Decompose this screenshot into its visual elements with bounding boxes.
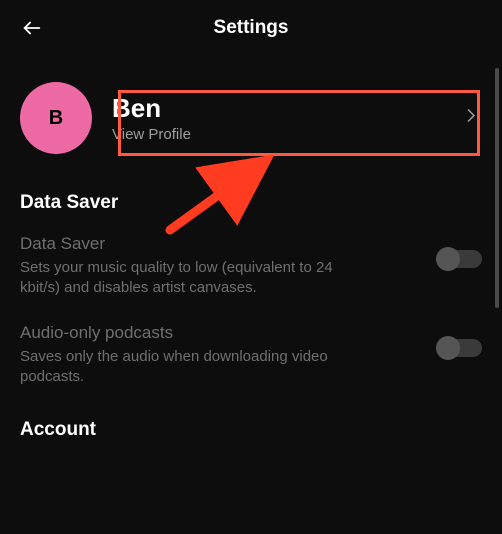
section-heading-account: Account xyxy=(0,401,502,451)
setting-title: Audio-only podcasts xyxy=(20,323,422,343)
setting-desc: Sets your music quality to low (equivale… xyxy=(20,258,370,299)
toggle-audio-only-podcasts[interactable] xyxy=(438,339,482,357)
profile-name: Ben xyxy=(112,93,482,124)
page-title: Settings xyxy=(214,17,289,39)
setting-audio-only-podcasts[interactable]: Audio-only podcasts Saves only the audio… xyxy=(0,313,502,402)
avatar: B xyxy=(20,82,92,154)
setting-desc: Saves only the audio when downloading vi… xyxy=(20,347,370,388)
toggle-data-saver[interactable] xyxy=(438,250,482,268)
setting-data-saver[interactable]: Data Saver Sets your music quality to lo… xyxy=(0,224,502,313)
back-icon[interactable] xyxy=(20,16,44,40)
profile-subtitle: View Profile xyxy=(112,126,482,143)
section-heading-data-saver: Data Saver xyxy=(0,174,502,224)
setting-title: Data Saver xyxy=(20,234,422,254)
profile-row[interactable]: B Ben View Profile xyxy=(0,52,502,174)
scrollbar[interactable] xyxy=(495,68,499,308)
chevron-right-icon xyxy=(466,109,476,128)
